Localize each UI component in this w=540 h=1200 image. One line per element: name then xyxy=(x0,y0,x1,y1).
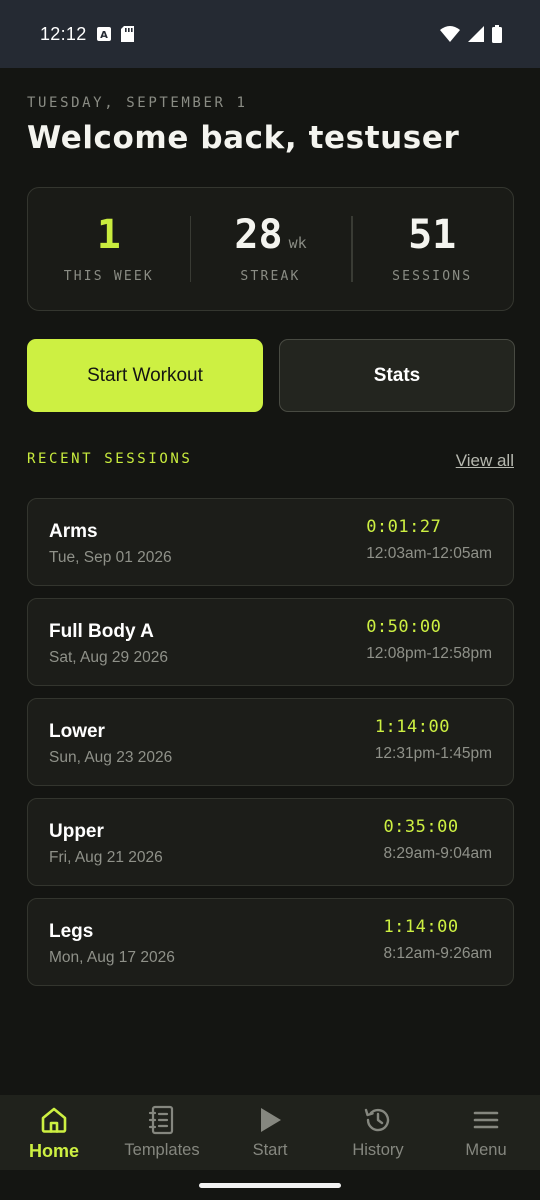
stat-this-week: 1 THIS WEEK xyxy=(28,188,190,310)
session-date: Sat, Aug 29 2026 xyxy=(49,649,168,666)
session-name: Arms xyxy=(49,521,98,542)
nav-item-home[interactable]: Home xyxy=(0,1095,108,1170)
start-workout-button[interactable]: Start Workout xyxy=(27,339,263,412)
nav-item-start[interactable]: Start xyxy=(216,1095,324,1170)
session-card[interactable]: Lower Sun, Aug 23 2026 1:14:00 12:31pm-1… xyxy=(27,698,514,786)
stat-streak: 28 wk STREAK xyxy=(189,188,352,310)
bottom-nav: Home Templates Start History Menu xyxy=(0,1095,540,1170)
home-icon xyxy=(39,1105,69,1135)
session-card[interactable]: Full Body A Sat, Aug 29 2026 0:50:00 12:… xyxy=(27,598,514,686)
menu-icon xyxy=(471,1105,501,1135)
session-date: Sun, Aug 23 2026 xyxy=(49,749,173,766)
play-icon xyxy=(257,1105,283,1135)
status-bar: 12:12 A xyxy=(0,0,540,68)
nav-label: Menu xyxy=(465,1141,507,1159)
battery-icon xyxy=(492,25,502,43)
stat-value: 1 xyxy=(96,211,121,258)
session-time-range: 12:03am-12:05am xyxy=(366,545,492,562)
text-notification-icon: A xyxy=(96,27,111,41)
session-duration: 1:14:00 xyxy=(374,717,450,737)
session-duration: 0:01:27 xyxy=(366,517,442,537)
session-card[interactable]: Arms Tue, Sep 01 2026 0:01:27 12:03am-12… xyxy=(27,498,514,586)
session-card[interactable]: Legs Mon, Aug 17 2026 1:14:00 8:12am-9:2… xyxy=(27,898,514,986)
session-date: Tue, Sep 01 2026 xyxy=(49,549,172,566)
date-label: TUESDAY, SEPTEMBER 1 xyxy=(27,95,248,111)
session-date: Fri, Aug 21 2026 xyxy=(49,849,163,866)
stats-card: 1 THIS WEEK 28 wk STREAK 51 SESSIONS xyxy=(27,187,514,311)
stats-button[interactable]: Stats xyxy=(279,339,515,412)
welcome-heading: Welcome back, testuser xyxy=(27,120,460,156)
session-duration: 1:14:00 xyxy=(383,917,459,937)
session-duration: 0:50:00 xyxy=(366,617,442,637)
nav-item-templates[interactable]: Templates xyxy=(108,1095,216,1170)
stat-sessions: 51 SESSIONS xyxy=(351,188,513,310)
session-time-range: 12:31pm-1:45pm xyxy=(374,745,492,762)
gesture-bar xyxy=(0,1170,540,1200)
session-name: Full Body A xyxy=(49,621,154,642)
signal-icon xyxy=(468,26,484,42)
stat-label: SESSIONS xyxy=(392,268,473,284)
view-all-link[interactable]: View all xyxy=(456,451,514,471)
nav-label: Templates xyxy=(124,1141,200,1159)
session-duration: 0:35:00 xyxy=(383,817,459,837)
session-time-range: 12:08pm-12:58pm xyxy=(366,645,492,662)
stat-unit: wk xyxy=(288,233,307,252)
nav-item-history[interactable]: History xyxy=(324,1095,432,1170)
notebook-icon xyxy=(148,1105,176,1135)
stat-label: STREAK xyxy=(240,268,301,284)
nav-label: Home xyxy=(28,1141,79,1161)
status-time: 12:12 xyxy=(40,23,87,44)
nav-item-menu[interactable]: Menu xyxy=(432,1095,540,1170)
session-name: Upper xyxy=(49,821,104,842)
session-name: Legs xyxy=(49,921,94,942)
session-card[interactable]: Upper Fri, Aug 21 2026 0:35:00 8:29am-9:… xyxy=(27,798,514,886)
session-name: Lower xyxy=(49,721,105,742)
nav-label: Start xyxy=(252,1141,288,1159)
stat-label: THIS WEEK xyxy=(63,268,154,284)
recent-sessions-title: RECENT SESSIONS xyxy=(27,451,193,467)
stat-value: 51 xyxy=(408,211,457,258)
session-time-range: 8:12am-9:26am xyxy=(383,945,492,962)
nav-label: History xyxy=(352,1141,404,1159)
session-date: Mon, Aug 17 2026 xyxy=(49,949,175,966)
session-time-range: 8:29am-9:04am xyxy=(383,845,492,862)
home-gesture-handle[interactable] xyxy=(199,1183,341,1188)
stat-value: 28 xyxy=(234,211,283,258)
history-icon xyxy=(363,1105,393,1135)
sd-card-icon xyxy=(120,26,134,42)
wifi-icon xyxy=(440,26,460,42)
svg-text:A: A xyxy=(100,30,108,41)
